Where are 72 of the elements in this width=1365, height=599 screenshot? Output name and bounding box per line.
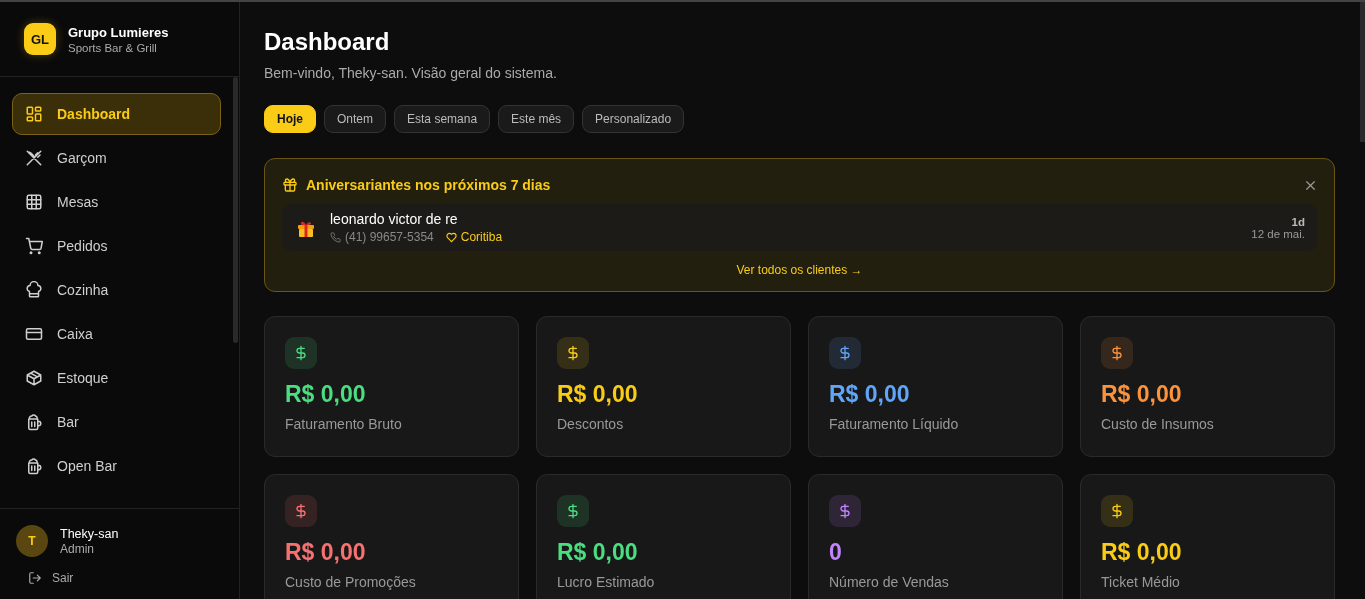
- phone-number: (41) 99657-5354: [345, 230, 434, 244]
- box-icon: [25, 369, 43, 387]
- stat-label: Lucro Estimado: [557, 574, 655, 590]
- stat-label: Custo de Insumos: [1101, 416, 1214, 432]
- scrollbar[interactable]: [1360, 2, 1365, 142]
- nav-item[interactable]: Bar: [12, 401, 221, 443]
- birthday-row[interactable]: leonardo victor de re (41) 99657-5354 Coritiba 1d 12 de mai.: [282, 204, 1317, 251]
- days-left: 1d: [1291, 215, 1305, 228]
- stat-label: Ticket Médio: [1101, 574, 1180, 590]
- stat-label: Número de Vendas: [829, 574, 949, 590]
- heart-icon: [445, 231, 457, 243]
- nav-item[interactable]: Estoque: [12, 357, 221, 399]
- person-name: leonardo victor de re: [330, 211, 459, 227]
- nav-item[interactable]: Dashboard: [12, 93, 221, 135]
- dollar-icon: [285, 495, 317, 527]
- user-name: Theky-san: [60, 526, 119, 541]
- dollar-icon: [557, 337, 589, 369]
- logout-icon: [28, 571, 42, 585]
- mug-icon: [25, 457, 43, 475]
- nav-item[interactable]: Mesas: [12, 181, 221, 223]
- dollar-icon: [557, 495, 589, 527]
- stat-value: R$ 0,00: [1101, 539, 1182, 566]
- dollar-icon: [1101, 495, 1133, 527]
- cart-icon: [25, 237, 43, 255]
- card-icon: [25, 325, 43, 343]
- stat-value: R$ 0,00: [557, 539, 638, 566]
- dollar-icon: [1101, 337, 1133, 369]
- birthday-date: 12 de mai.: [1251, 227, 1305, 240]
- dashboard-icon: [25, 105, 43, 123]
- nav-item[interactable]: Cozinha: [12, 269, 221, 311]
- stat-value: R$ 0,00: [829, 381, 910, 408]
- filter-button[interactable]: Personalizado: [582, 105, 685, 133]
- page-subtitle: Bem-vindo, Theky-san. Visão geral do sistema.: [264, 65, 558, 81]
- stat-label: Faturamento Líquido: [829, 416, 959, 432]
- stat-value: R$ 0,00: [285, 539, 366, 566]
- nav-item[interactable]: Caixa: [12, 313, 221, 355]
- phone-icon: [330, 231, 341, 243]
- stat-value: R$ 0,00: [1101, 381, 1182, 408]
- scrollbar[interactable]: [233, 77, 238, 343]
- brand-name: Grupo Lumieres: [68, 24, 169, 40]
- brand-subtitle: Sports Bar & Grill: [68, 41, 158, 54]
- dollar-icon: [829, 337, 861, 369]
- team-name: Coritiba: [460, 230, 503, 244]
- nav-item[interactable]: Pedidos: [12, 225, 221, 267]
- logout-button[interactable]: Sair: [16, 571, 74, 585]
- filter-button[interactable]: Ontem: [324, 105, 387, 133]
- view-all-link[interactable]: Ver todos os clientes →: [736, 263, 863, 277]
- avatar: T: [16, 525, 48, 557]
- gift-icon: [282, 177, 298, 193]
- filter-button[interactable]: Este mês: [498, 105, 575, 133]
- user-role: Admin: [60, 541, 95, 556]
- stat-value: R$ 0,00: [557, 381, 638, 408]
- panel-title: Aniversariantes nos próximos 7 dias: [306, 177, 552, 193]
- logo: GL: [24, 23, 56, 55]
- stat-label: Custo de Promoções: [285, 574, 416, 590]
- page-title: Dashboard: [264, 28, 391, 56]
- close-button[interactable]: [1304, 178, 1317, 192]
- stat-value: R$ 0,00: [285, 381, 366, 408]
- grid-icon: [25, 193, 43, 211]
- filter-button[interactable]: Hoje: [264, 105, 316, 133]
- mug-icon: [25, 413, 43, 431]
- chef-hat-icon: [25, 281, 43, 299]
- close-icon: [1304, 178, 1317, 192]
- utensils-icon: [25, 149, 43, 167]
- nav-item[interactable]: Garçom: [12, 137, 221, 179]
- stat-label: Faturamento Bruto: [285, 416, 402, 432]
- filter-button[interactable]: Esta semana: [394, 105, 491, 133]
- dollar-icon: [285, 337, 317, 369]
- nav-item[interactable]: Open Bar: [12, 445, 221, 487]
- stat-value: 0: [829, 539, 842, 566]
- stat-label: Descontos: [557, 416, 624, 432]
- dollar-icon: [829, 495, 861, 527]
